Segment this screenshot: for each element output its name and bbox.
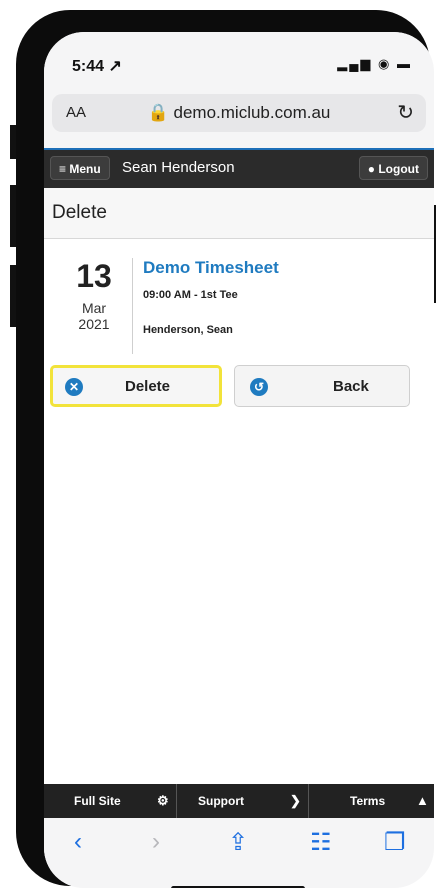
address-bar[interactable]: AA 🔒 demo.miclub.com.au ↻ (52, 94, 426, 132)
full-site-link[interactable]: Full Site (74, 784, 121, 818)
booking-title: Demo Timesheet (143, 258, 279, 277)
delete-icon: ✕ (65, 378, 83, 396)
page-header: Delete (44, 188, 434, 239)
bookmarks-icon[interactable]: ☷ (310, 828, 332, 857)
date-divider (132, 258, 133, 354)
browser-toolbar: ‹ › ⇪ ☷ ❐ (44, 818, 434, 888)
share-icon[interactable]: ⇪ (228, 828, 248, 857)
back-arrow-icon[interactable]: ‹ (74, 828, 82, 856)
site-footer: Full Site ⚙ Support ❯ Terms ▲ (44, 784, 434, 818)
booking-name: Henderson, Sean (143, 324, 233, 336)
home-indicator[interactable] (171, 886, 305, 888)
back-label: Back (333, 378, 369, 395)
booking-year: 2021 (78, 316, 110, 332)
booking-time: 09:00 AM - 1st Tee (143, 289, 238, 301)
back-icon: ↺ (250, 378, 268, 396)
status-bar: 5:44 ↗ ▂▄▆ ◉ ▬ (44, 32, 434, 80)
chevron-right-icon[interactable]: ❯ (290, 784, 301, 818)
booking-day: 13 (76, 258, 112, 294)
terms-link[interactable]: Terms (350, 784, 385, 818)
url-text[interactable]: 🔒 demo.miclub.com.au (52, 103, 426, 123)
status-time: 5:44 ↗ (72, 58, 122, 75)
support-link[interactable]: Support (198, 784, 244, 818)
footer-divider (308, 784, 309, 818)
delete-label: Delete (125, 378, 171, 395)
booking-month: Mar (81, 300, 107, 316)
back-button[interactable]: ↺ Back (234, 365, 410, 407)
browser-address-area: AA 🔒 demo.miclub.com.au ↻ (44, 80, 434, 148)
tabs-icon[interactable]: ❐ (384, 828, 406, 857)
menu-button[interactable]: ≡ Menu (50, 156, 110, 180)
reload-icon[interactable]: ↻ (397, 100, 414, 125)
user-name: Sean Henderson (122, 159, 235, 176)
status-icons: ▂▄▆ ◉ ▬ (337, 56, 412, 71)
forward-arrow-icon[interactable]: › (152, 828, 160, 856)
page-title: Delete (52, 202, 107, 223)
delete-button[interactable]: ✕ Delete (50, 365, 222, 407)
footer-divider (176, 784, 177, 818)
phone-screen: 5:44 ↗ ▂▄▆ ◉ ▬ AA 🔒 demo.miclub.com.au ↻… (44, 32, 434, 888)
logout-button[interactable]: ● Logout (358, 156, 428, 180)
phone-frame: 5:44 ↗ ▂▄▆ ◉ ▬ AA 🔒 demo.miclub.com.au ↻… (16, 10, 434, 888)
app-navbar: ≡ Menu Sean Henderson ● Logout (44, 148, 434, 188)
warning-icon[interactable]: ▲ (416, 784, 429, 818)
gear-icon[interactable]: ⚙ (157, 784, 169, 818)
booking-date: 13 Mar 2021 (62, 258, 126, 332)
